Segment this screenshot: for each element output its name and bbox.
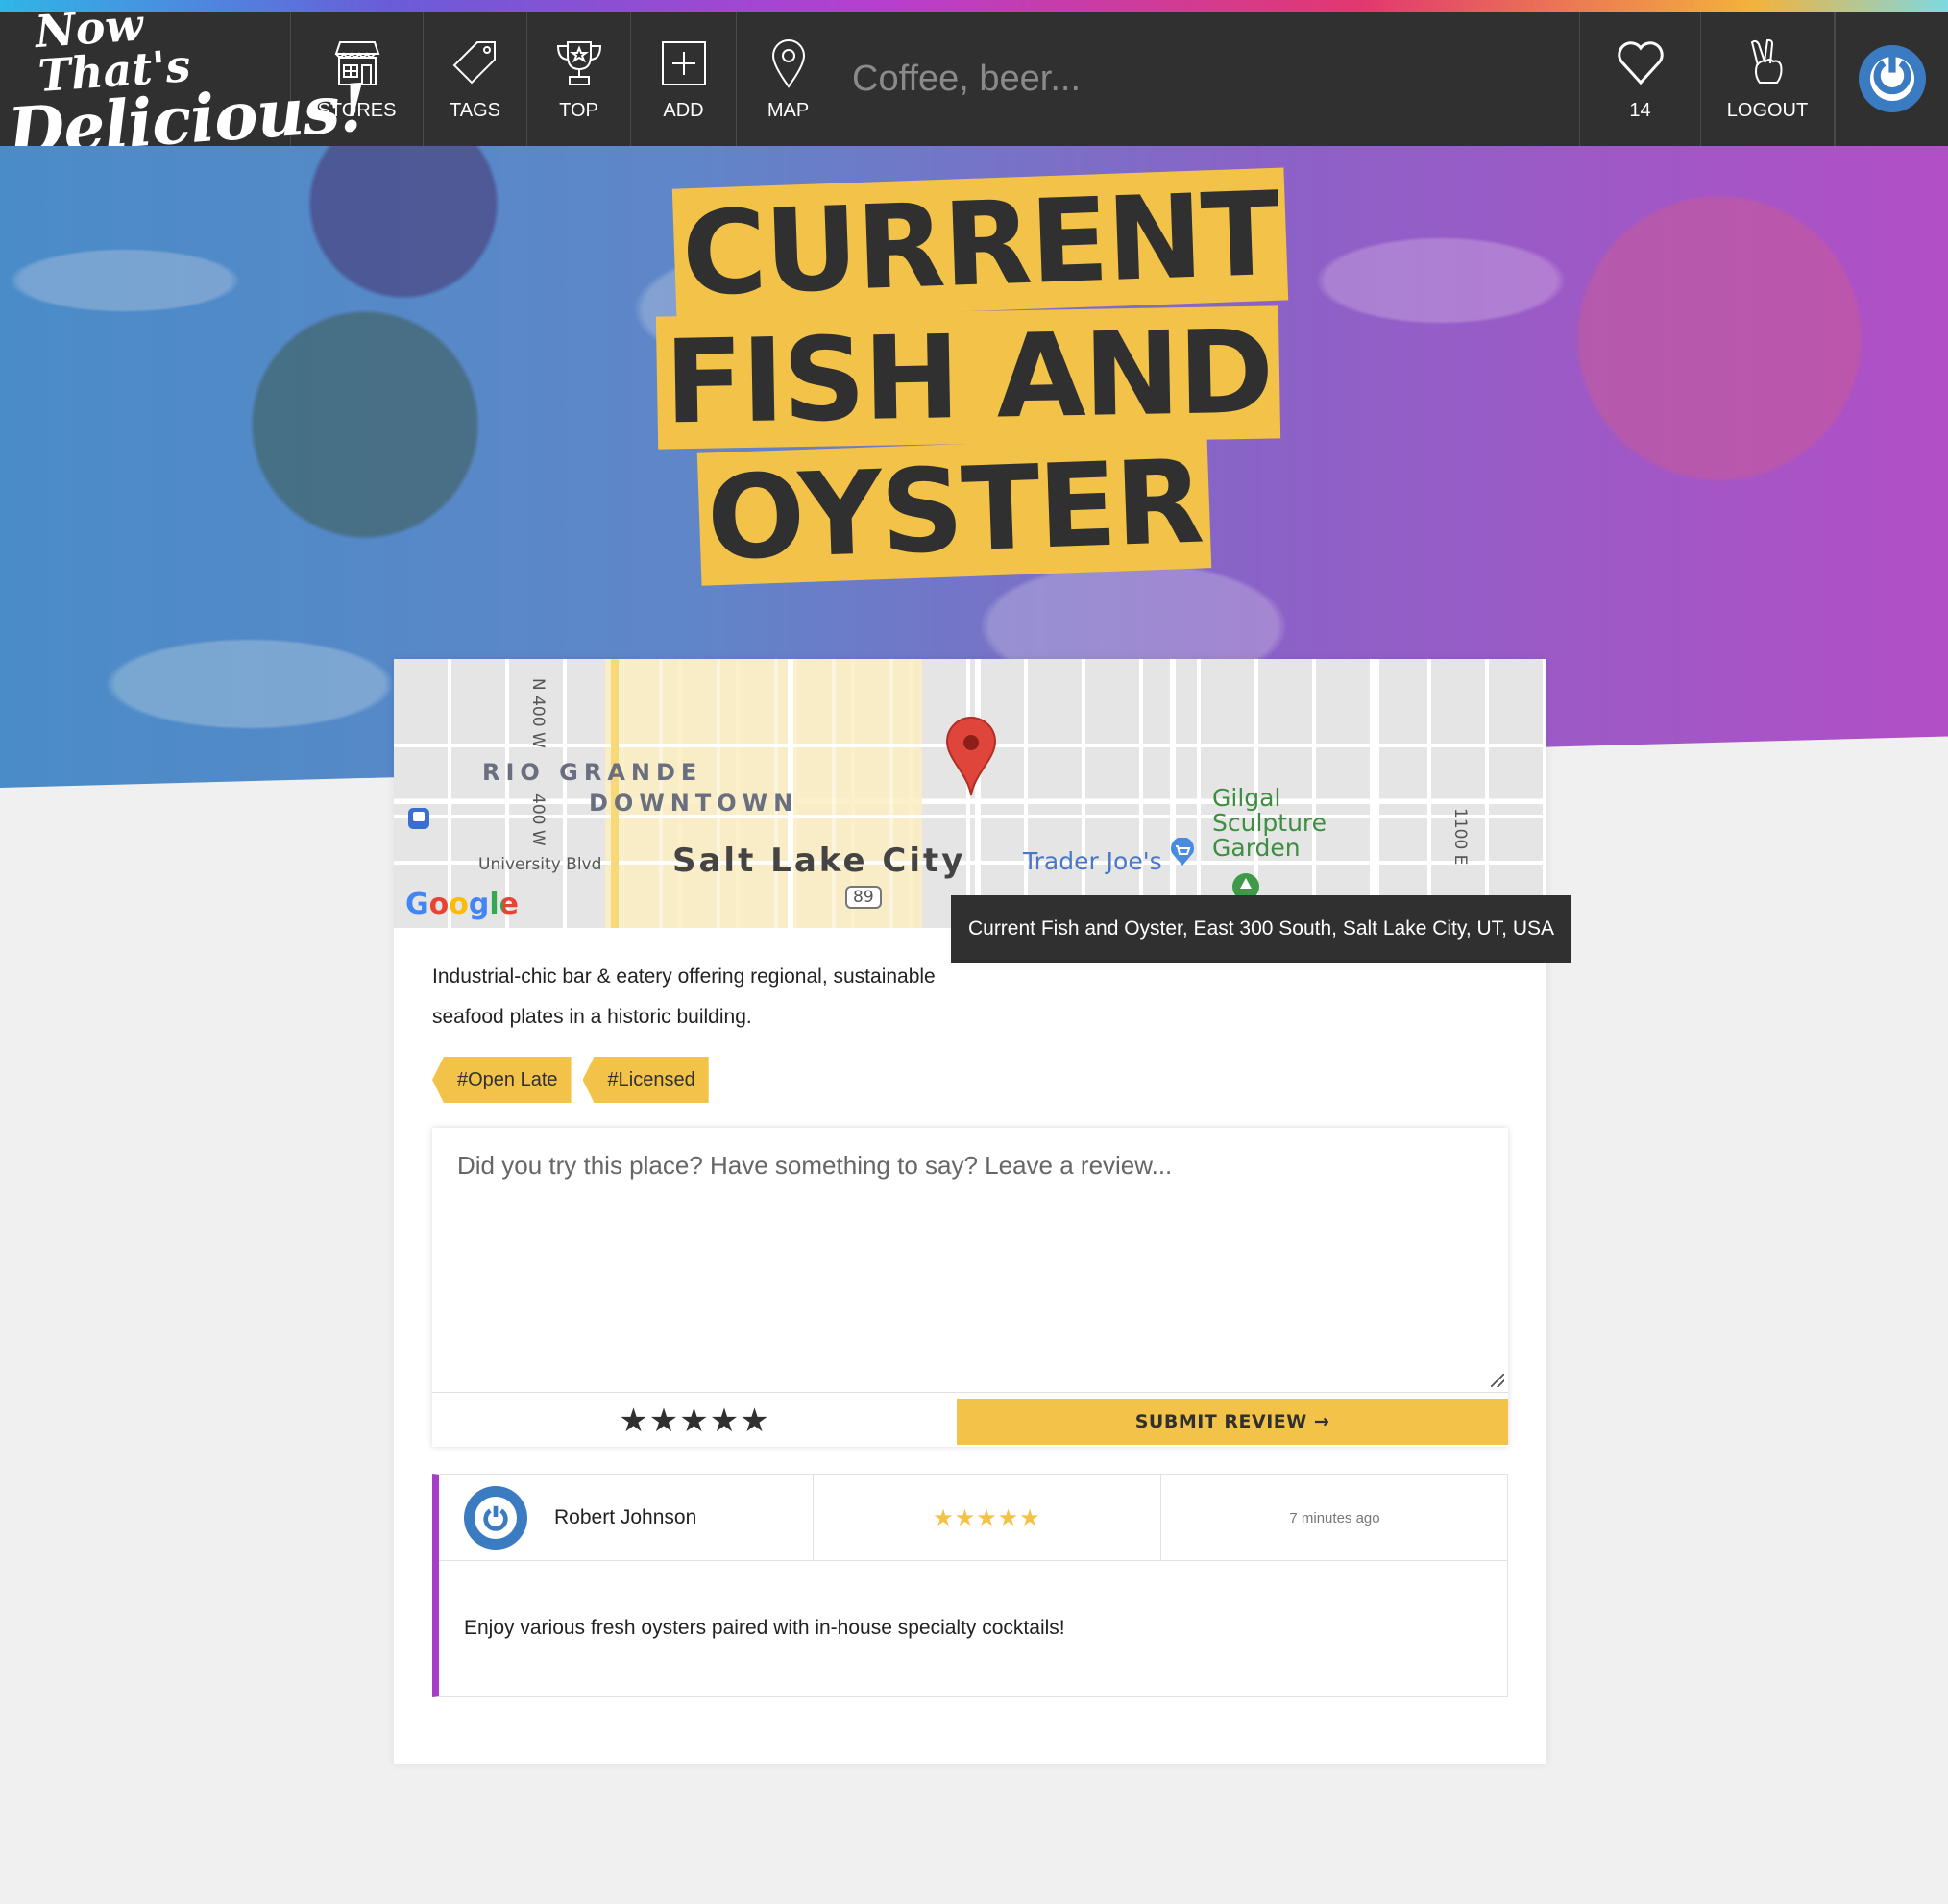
google-logo: Google xyxy=(405,888,519,921)
tag-icon xyxy=(452,40,496,84)
map-road xyxy=(1374,659,1379,928)
logo[interactable]: Now That's Delicious! xyxy=(0,0,370,171)
map-city-label: Salt Lake City xyxy=(672,842,966,880)
route-shield: 89 xyxy=(845,886,882,909)
map-road xyxy=(1170,659,1176,928)
nav-map[interactable]: MAP xyxy=(737,12,840,146)
map-tooltip: Current Fish and Oyster, East 300 South,… xyxy=(951,895,1571,963)
heart-icon xyxy=(1617,40,1664,85)
store-map[interactable]: N 400 W 400 W University Blvd 1100 E RIO… xyxy=(394,659,1546,928)
store-card: N 400 W 400 W University Blvd 1100 E RIO… xyxy=(394,659,1571,1764)
plus-square-icon xyxy=(661,40,706,85)
tag-licensed[interactable]: #Licensed xyxy=(582,1057,709,1103)
map-poi-label: Sculpture xyxy=(1212,809,1327,837)
map-district-label: DOWNTOWN xyxy=(589,790,799,817)
shopping-cart-icon[interactable] xyxy=(1168,838,1197,867)
rainbow-bar xyxy=(0,0,1948,12)
map-pin-icon xyxy=(771,38,805,88)
map-poi-label: Trader Joe's xyxy=(1023,847,1162,875)
nav-map-label: MAP xyxy=(767,99,810,121)
nav-add[interactable]: ADD xyxy=(631,12,737,146)
map-marker-icon[interactable] xyxy=(945,717,997,797)
map-street-label: University Blvd xyxy=(478,855,602,874)
review-item: Robert Johnson ★★★★★ 7 minutes ago Enjoy… xyxy=(432,1474,1508,1697)
map-district-label: RIO GRANDE xyxy=(482,759,703,786)
review-author-name: Robert Johnson xyxy=(554,1506,697,1528)
rating-stars-input[interactable]: ★★★★★ xyxy=(432,1395,957,1447)
title-line-2: FISH AND xyxy=(655,305,1281,451)
hearts-count: 14 xyxy=(1629,99,1651,121)
review-header: Robert Johnson ★★★★★ 7 minutes ago xyxy=(439,1475,1508,1561)
review-form: ★★★★★ SUBMIT REVIEW → xyxy=(432,1128,1508,1447)
store-description: Industrial-chic bar & eatery offering re… xyxy=(432,965,936,1028)
review-text: Enjoy various fresh oysters paired with … xyxy=(464,1617,1065,1639)
review-author: Robert Johnson xyxy=(439,1475,814,1561)
title-line-1: CURRENT xyxy=(671,167,1288,322)
nav-hearts[interactable]: 14 xyxy=(1580,12,1700,146)
review-rating: ★★★★★ xyxy=(814,1475,1161,1561)
nav-top-label: TOP xyxy=(559,99,598,121)
tag-open-late[interactable]: #Open Late xyxy=(432,1057,572,1103)
transit-icon[interactable] xyxy=(407,807,430,830)
peace-hand-icon xyxy=(1750,38,1783,84)
review-textarea[interactable] xyxy=(432,1128,1508,1393)
avatar-icon xyxy=(1858,45,1926,112)
tag-list: #Open Late #Licensed xyxy=(432,1057,709,1103)
map-street-label: 400 W xyxy=(528,793,548,846)
resize-handle[interactable] xyxy=(1491,1374,1504,1387)
power-icon xyxy=(483,1505,508,1531)
nav-tags-label: TAGS xyxy=(450,99,500,121)
nav-logout[interactable]: LOGOUT xyxy=(1700,12,1835,146)
map-street-label: N 400 W xyxy=(528,678,548,748)
trophy-icon xyxy=(556,40,601,85)
nav-add-label: ADD xyxy=(663,99,704,121)
google-logo-text: Google xyxy=(405,888,519,921)
store-title: CURRENT FISH AND OYSTER xyxy=(655,167,1288,586)
search-bar xyxy=(840,12,1580,146)
map-street-label: 1100 E xyxy=(1450,808,1470,866)
review-timestamp: 7 minutes ago xyxy=(1289,1509,1380,1526)
nav-logout-label: LOGOUT xyxy=(1726,99,1809,121)
map-poi-label: Gilgal xyxy=(1212,784,1281,812)
nav-top[interactable]: TOP xyxy=(527,12,631,146)
map-poi-label: Garden xyxy=(1212,834,1301,862)
power-icon xyxy=(1873,56,1911,95)
reviewer-avatar-icon xyxy=(464,1486,527,1550)
search-input[interactable] xyxy=(852,58,1579,100)
nav-tags[interactable]: TAGS xyxy=(424,12,527,146)
user-avatar[interactable] xyxy=(1835,12,1948,146)
top-nav: Now That's Delicious! STORES TAGS TOP AD… xyxy=(0,0,1948,171)
title-line-3: OYSTER xyxy=(697,435,1212,586)
submit-review-button[interactable]: SUBMIT REVIEW → xyxy=(957,1399,1508,1445)
